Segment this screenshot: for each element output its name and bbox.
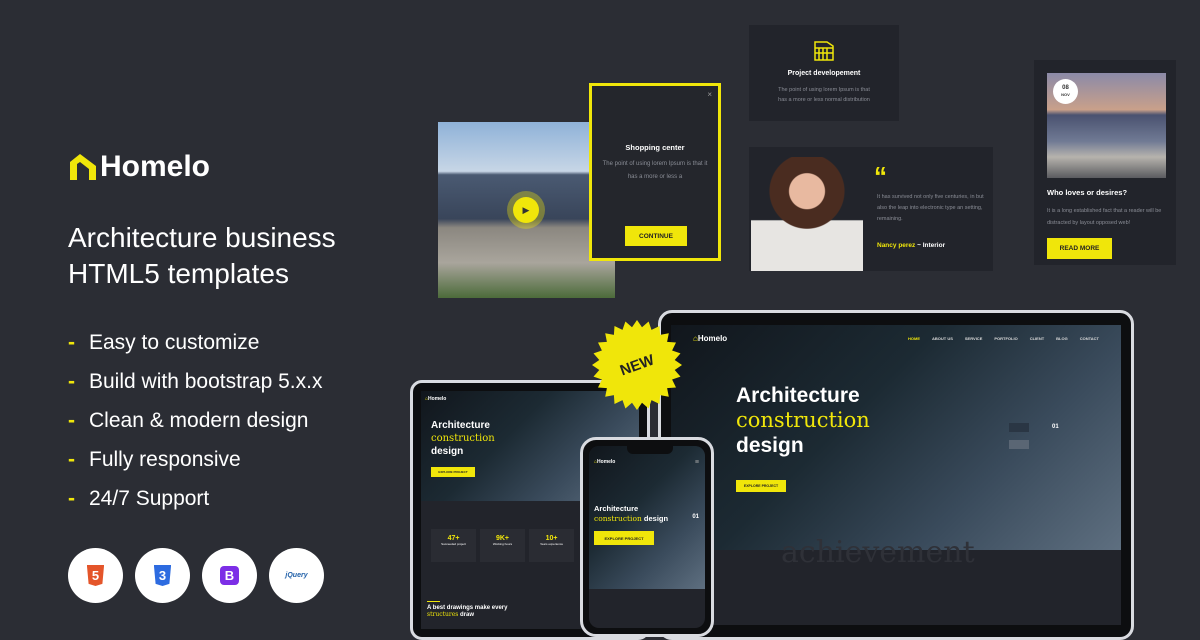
read-more-button[interactable]: READ MORE (1047, 238, 1112, 259)
service-title: Project developement (787, 70, 861, 77)
menu-icon[interactable]: ≡ (695, 459, 699, 466)
service-text: The point of using lorem Ipsum is that h… (778, 87, 870, 103)
slide-number: 01 (1052, 424, 1059, 430)
nav-contact[interactable]: CONTACT (1080, 336, 1099, 341)
stat-card: 10+ Years experience (529, 529, 574, 562)
explore-project-button[interactable]: EXPLORE PROJECT (431, 467, 475, 477)
laptop-nav: HOME ABOUT US SERVICE PORTFOLIO CLIENT B… (896, 336, 1099, 341)
laptop-hero-title: Architecture construction design (736, 384, 870, 457)
html5-icon: 5 (68, 548, 123, 603)
play-button[interactable]: ▶ (513, 197, 539, 223)
nav-portfolio[interactable]: PORTFOLIO (994, 336, 1017, 341)
service-card: Project developement The point of using … (749, 25, 899, 121)
blog-title: Who loves or desires? (1047, 188, 1128, 197)
explore-project-button[interactable]: EXPLORE PROJECT (736, 480, 786, 492)
brand-name: Homelo (100, 150, 211, 183)
bootstrap-icon: B (202, 548, 257, 603)
nav-service[interactable]: SERVICE (965, 336, 983, 341)
avatar (751, 157, 863, 271)
testimonial-text: It has survived not only five centuries,… (877, 194, 984, 222)
phone-hero-title: Architecture construction design (594, 504, 669, 523)
feature-item: -24/7 Support (68, 486, 210, 510)
nav-blog[interactable]: BLOG (1056, 336, 1068, 341)
tech-icons: 5 3 B jQuery (68, 548, 324, 603)
feature-item: - Build with bootstrap 5.x.x (68, 369, 323, 393)
explore-project-button[interactable]: EXPLORE PROJECT (594, 531, 654, 545)
feature-list: - Easy to customize - Build with bootstrap… (68, 323, 322, 518)
feature-item: - Clean & modern design (68, 408, 309, 432)
nav-home[interactable]: HOME (908, 336, 920, 341)
blog-card: 08 NOV Who loves or desires? It is a long… (1034, 60, 1176, 265)
building-icon (814, 41, 834, 61)
logo-icon (70, 154, 96, 180)
slide-thumb[interactable] (1009, 423, 1029, 432)
css3-icon: 3 (135, 548, 190, 603)
stat-card: 47+ Succeeded project (431, 529, 476, 562)
laptop-logo: ⌂Homelo (693, 334, 728, 343)
nav-about[interactable]: ABOUT US (932, 336, 953, 341)
popup-modal: × Shopping center The point of using lor… (589, 83, 721, 261)
stats-row: 47+ Succeeded project 9K+ Working hours 10… (431, 529, 574, 562)
tablet-hero-title: Architecture construction design (431, 420, 495, 457)
jquery-icon: jQuery (269, 548, 324, 603)
nav-client[interactable]: CLIENT (1030, 336, 1044, 341)
testimonial-card: “ It has survived not only five centurie… (749, 147, 993, 271)
stat-card: 9K+ Working hours (480, 529, 525, 562)
feature-item: - Easy to customize (68, 330, 260, 354)
headline-line-2: HTML5 templates (68, 258, 289, 289)
phone-notch (627, 446, 673, 454)
new-badge: NEW (592, 320, 682, 410)
feature-item: - Fully responsive (68, 447, 241, 471)
popup-title: Shopping center (625, 143, 685, 152)
quote-icon: “ (874, 161, 887, 191)
laptop-mockup: ⌂Homelo HOME ABOUT US SERVICE PORTFOLIO … (658, 310, 1134, 640)
blog-image: 08 NOV (1047, 73, 1166, 178)
continue-button[interactable]: CONTINUE (625, 226, 687, 246)
headline-line-1: Architecture business (68, 222, 336, 253)
tablet-logo: ⌂Homelo (425, 396, 447, 402)
about-title: A best drawings make every structures dr… (427, 605, 508, 618)
headline: Architecture business HTML5 templates (68, 220, 336, 292)
phone-mockup: ⌂Homelo ≡ Architecture construction desig… (580, 437, 714, 637)
watermark-text: achievement (781, 535, 975, 570)
brand-logo: Homelo (68, 150, 210, 184)
close-icon[interactable]: × (707, 90, 712, 99)
date-badge: 08 NOV (1053, 79, 1078, 104)
blog-text: It is a long established fact that a rea… (1047, 208, 1162, 226)
slide-number: 01 (692, 514, 699, 520)
slide-thumb[interactable] (1009, 440, 1029, 449)
testimonial-author: Nancy perez ~ Interior (877, 242, 946, 249)
popup-text: The point of using lorem Ipsum is that i… (602, 161, 708, 180)
phone-logo: ⌂Homelo (594, 459, 616, 465)
